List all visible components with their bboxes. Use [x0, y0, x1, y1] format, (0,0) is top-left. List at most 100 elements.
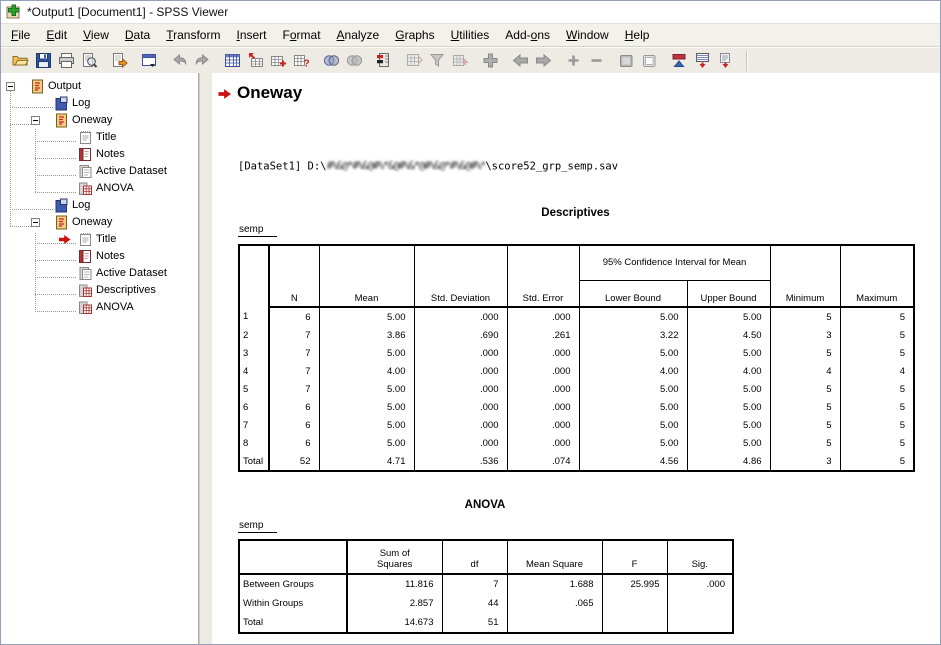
tree-item-log[interactable]: Log: [1, 95, 198, 112]
notes-book-icon: [78, 147, 93, 162]
menu-window[interactable]: Window: [558, 25, 617, 45]
expand-one-icon[interactable]: [716, 52, 734, 70]
table-row: 5 7 5.00 .000 .000 5.00 5.00 5 5: [239, 380, 914, 398]
value-cell: 5.00: [687, 380, 770, 398]
collapse-outline-icon[interactable]: [587, 52, 605, 70]
value-cell: 5.00: [687, 344, 770, 362]
value-cell: 5: [770, 307, 840, 326]
tree-item-label: Output: [48, 80, 81, 92]
tree-item-notes[interactable]: Notes: [1, 146, 198, 163]
tree-item-notes[interactable]: Notes: [1, 248, 198, 265]
current-heading-arrow-icon: [218, 88, 232, 100]
tree-item-anova[interactable]: ANOVA: [1, 299, 198, 316]
anova-title: ANOVA: [238, 499, 732, 511]
header-spacer: [507, 245, 579, 281]
nav-left-icon[interactable]: [511, 52, 529, 70]
dataset-path-prefix: [DataSet1] D:\: [238, 161, 327, 173]
tree-item-label: Active Dataset: [96, 165, 167, 177]
export-icon[interactable]: [110, 52, 128, 70]
tree-item-label: Log: [72, 97, 90, 109]
corner-cell: [239, 540, 347, 574]
menu-file[interactable]: File: [3, 25, 38, 45]
anova-table[interactable]: Sum of Squares df Mean Square F Sig. Bet…: [238, 539, 734, 634]
promote-icon[interactable]: [670, 52, 688, 70]
demote-icon[interactable]: [693, 52, 711, 70]
tree-item-anova[interactable]: ANOVA: [1, 180, 198, 197]
row-label: 1: [239, 307, 269, 326]
filter-cases-icon[interactable]: [428, 52, 446, 70]
collapse-expander[interactable]: [31, 218, 40, 227]
value-cell: 2.857: [347, 594, 442, 613]
tree-item-title[interactable]: Title: [1, 129, 198, 146]
split-file-icon[interactable]: [405, 52, 423, 70]
tree-item-oneway[interactable]: Oneway: [1, 214, 198, 231]
row-label: 5: [239, 380, 269, 398]
toolbar: ?: [1, 47, 940, 74]
tree-item-active-dataset[interactable]: Active Dataset: [1, 265, 198, 282]
nav-right-icon[interactable]: [534, 52, 552, 70]
tree-item-log[interactable]: Log: [1, 197, 198, 214]
tree-item-title-current[interactable]: Title: [1, 231, 198, 248]
descriptives-table[interactable]: 95% Confidence Interval for Mean N Mean …: [238, 244, 915, 472]
spss-viewer-window: *Output1 [Document1] - SPSS Viewer File …: [0, 0, 941, 645]
print-icon[interactable]: [57, 52, 75, 70]
value-cell: .000: [414, 380, 507, 398]
dataset-page-icon: [78, 164, 93, 179]
tree-item-descriptives[interactable]: Descriptives: [1, 282, 198, 299]
value-cell: 5: [840, 307, 914, 326]
value-cell: 5: [840, 398, 914, 416]
collapse-expander[interactable]: [6, 82, 15, 91]
run-script-icon[interactable]: [375, 52, 393, 70]
print-preview-icon[interactable]: [80, 52, 98, 70]
undo-icon[interactable]: [170, 52, 188, 70]
weight-cases-icon[interactable]: [451, 52, 469, 70]
save-icon[interactable]: [34, 52, 52, 70]
menu-view[interactable]: View: [75, 25, 117, 45]
tree-item-label: Descriptives: [96, 284, 156, 296]
main-area: Output Log Oneway Title Notes: [1, 73, 940, 644]
menu-utilities[interactable]: Utilities: [443, 25, 498, 45]
collapse-expander[interactable]: [31, 116, 40, 125]
tree-item-active-dataset[interactable]: Active Dataset: [1, 163, 198, 180]
goto-data-icon[interactable]: [223, 52, 241, 70]
variables-icon[interactable]: [269, 52, 287, 70]
use-variable-sets-icon[interactable]: [345, 52, 363, 70]
insert-heading-icon[interactable]: [481, 52, 499, 70]
title-page-icon: [78, 232, 93, 247]
value-cell: 1.688: [507, 574, 602, 594]
expand-outline-icon[interactable]: [564, 52, 582, 70]
menu-help[interactable]: Help: [617, 25, 658, 45]
recall-dialogs-icon[interactable]: [140, 52, 158, 70]
value-cell: 5: [770, 380, 840, 398]
output-book-icon: [30, 79, 45, 94]
open-icon[interactable]: [11, 52, 29, 70]
menu-data[interactable]: Data: [117, 25, 158, 45]
menu-edit[interactable]: Edit: [38, 25, 75, 45]
variable-info-icon[interactable]: ?: [292, 52, 310, 70]
tree-item-output[interactable]: Output: [1, 78, 198, 95]
value-cell: 5: [770, 344, 840, 362]
menu-add-ons[interactable]: Add-ons: [497, 25, 558, 45]
row-label: Total: [239, 613, 347, 633]
column-header: Maximum: [840, 281, 914, 308]
select-cases-icon[interactable]: [322, 52, 340, 70]
table-output-icon: [78, 283, 93, 298]
menu-insert[interactable]: Insert: [228, 25, 274, 45]
value-cell: 4.00: [579, 362, 687, 380]
show-output-icon[interactable]: [617, 52, 635, 70]
table-row: 2 7 3.86 .690 .261 3.22 4.50 3 5: [239, 326, 914, 344]
menu-analyze[interactable]: Analyze: [329, 25, 388, 45]
value-cell: 52: [269, 452, 319, 471]
svg-text:?: ?: [303, 59, 309, 70]
output-pane: Oneway [DataSet1] D:\#%&@*#%&@#%*&@#%&*@…: [212, 73, 940, 644]
value-cell: 5.00: [579, 307, 687, 326]
header-spacer: [840, 245, 914, 281]
menu-transform[interactable]: Transform: [158, 25, 228, 45]
hide-output-icon[interactable]: [640, 52, 658, 70]
tree-item-oneway[interactable]: Oneway: [1, 112, 198, 129]
goto-case-icon[interactable]: [246, 52, 264, 70]
menu-graphs[interactable]: Graphs: [387, 25, 442, 45]
redo-icon[interactable]: [193, 52, 211, 70]
menu-format[interactable]: Format: [275, 25, 329, 45]
row-label: 2: [239, 326, 269, 344]
